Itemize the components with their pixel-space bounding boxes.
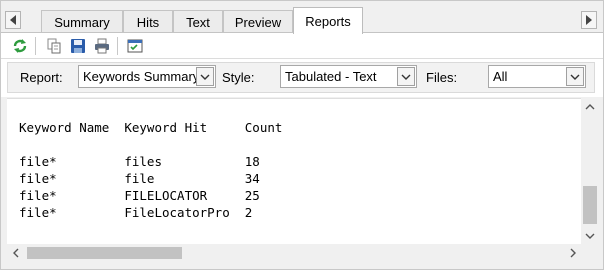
scrollbar-corner — [581, 244, 599, 262]
arrow-right-icon — [586, 15, 592, 25]
scroll-up-button[interactable] — [581, 98, 599, 115]
chevron-up-icon — [585, 103, 595, 109]
report-select-value: Keywords Summary — [83, 69, 200, 84]
save-icon — [71, 39, 85, 53]
report-label: Report: — [20, 70, 63, 85]
copy-button[interactable] — [45, 37, 63, 55]
report-output: Keyword Name Keyword Hit Count file* fil… — [19, 120, 283, 220]
chevron-right-icon — [570, 248, 576, 258]
chevron-down-icon[interactable] — [196, 67, 214, 86]
report-text-area[interactable]: Keyword Name Keyword Hit Count file* fil… — [7, 98, 581, 244]
vertical-scroll-thumb[interactable] — [583, 186, 597, 224]
tab-preview[interactable]: Preview — [223, 10, 293, 33]
toolbar-separator — [117, 37, 118, 55]
reports-window: Summary Hits Text Preview Reports Report… — [0, 0, 604, 270]
scroll-down-button[interactable] — [581, 227, 599, 244]
style-select-value: Tabulated - Text — [285, 69, 377, 84]
horizontal-scroll-thumb[interactable] — [27, 247, 182, 259]
print-icon — [95, 38, 109, 54]
tab-strip: Summary Hits Text Preview Reports — [1, 1, 603, 34]
files-select-value: All — [493, 69, 508, 84]
chevron-down-icon — [585, 233, 595, 239]
vertical-scrollbar[interactable] — [581, 98, 599, 244]
tab-hits[interactable]: Hits — [123, 10, 173, 33]
refresh-button[interactable] — [11, 37, 29, 55]
toolbar-separator — [35, 37, 36, 55]
select-all-button[interactable] — [126, 37, 144, 55]
files-select[interactable]: All — [488, 65, 586, 88]
tab-scroll-right-button[interactable] — [581, 11, 597, 29]
style-select[interactable]: Tabulated - Text — [280, 65, 417, 88]
refresh-icon — [13, 39, 27, 53]
tab-reports[interactable]: Reports — [293, 7, 363, 34]
horizontal-scrollbar[interactable] — [7, 244, 581, 262]
scroll-right-button[interactable] — [564, 244, 581, 262]
tab-scroll-left-button[interactable] — [5, 11, 21, 29]
files-label: Files: — [426, 70, 458, 85]
print-button[interactable] — [93, 37, 111, 55]
select-all-icon — [127, 39, 143, 53]
chevron-down-icon[interactable] — [566, 67, 584, 86]
scroll-left-button[interactable] — [7, 244, 24, 262]
style-label: Style: — [222, 70, 255, 85]
chevron-left-icon — [12, 248, 18, 258]
report-options-row: Report: Keywords Summary Style: Tabulate… — [1, 59, 603, 97]
tab-text[interactable]: Text — [173, 10, 223, 33]
report-select[interactable]: Keywords Summary — [78, 65, 216, 88]
report-toolbar — [1, 33, 603, 59]
arrow-left-icon — [10, 15, 16, 25]
tab-summary[interactable]: Summary — [41, 10, 123, 33]
copy-icon — [47, 38, 61, 54]
save-button[interactable] — [69, 37, 87, 55]
chevron-down-icon[interactable] — [397, 67, 415, 86]
